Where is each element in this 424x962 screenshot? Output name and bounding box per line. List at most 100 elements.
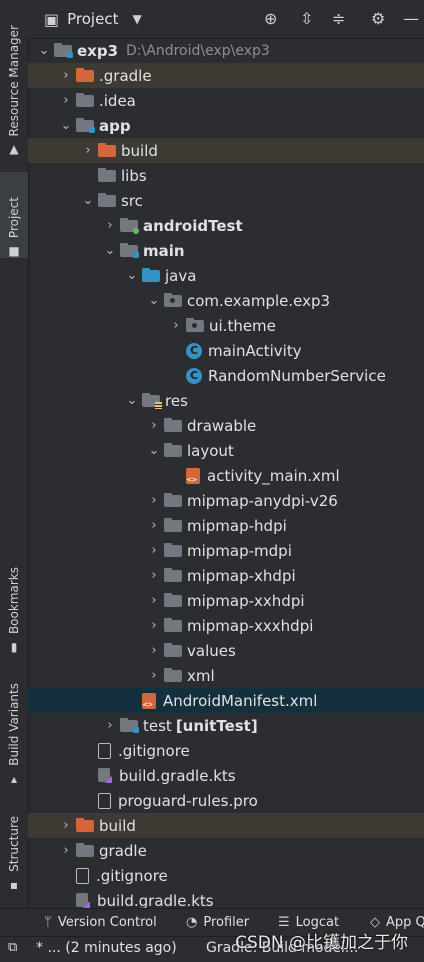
tree-row-mipmap[interactable]: › mipmap-xhdpi — [28, 563, 424, 588]
chevron-right-icon[interactable]: › — [144, 593, 164, 608]
chevron-right-icon[interactable]: › — [144, 568, 164, 583]
resource-manager-tab[interactable]: Resource Manager ▲ — [0, 6, 28, 156]
tree-row-main-activity[interactable]: C mainActivity — [28, 338, 424, 363]
folder-icon — [164, 543, 182, 557]
chevron-down-icon[interactable]: ▼ — [132, 12, 141, 26]
chevron-down-icon[interactable]: ⌄ — [144, 443, 164, 458]
chevron-down-icon[interactable]: ⌄ — [56, 118, 76, 133]
folder-icon — [164, 618, 182, 632]
chevron-down-icon[interactable]: ⌄ — [78, 193, 98, 208]
tree-row-java[interactable]: ⌄ java — [28, 263, 424, 288]
chevron-right-icon[interactable]: › — [144, 643, 164, 658]
chevron-right-icon[interactable]: › — [100, 218, 120, 233]
tree-row-gradle-dir[interactable]: › .gradle — [28, 63, 424, 88]
tree-row-libs[interactable]: libs — [28, 163, 424, 188]
tree-row-main[interactable]: ⌄ main — [28, 238, 424, 263]
tree-row-root-build-gradle[interactable]: build.gradle.kts — [28, 888, 424, 908]
tree-row-app[interactable]: ⌄ app — [28, 113, 424, 138]
package-icon — [164, 293, 182, 307]
tree-row-drawable[interactable]: › drawable — [28, 413, 424, 438]
excluded-folder-icon — [98, 143, 116, 157]
chevron-down-icon[interactable]: ⌄ — [144, 293, 164, 308]
gitignore-icon — [98, 742, 111, 759]
expand-all-icon[interactable]: ⇳ — [300, 9, 313, 28]
folder-icon — [164, 568, 182, 582]
chevron-right-icon[interactable]: › — [144, 493, 164, 508]
tree-row-activity-main[interactable]: activity_main.xml — [28, 463, 424, 488]
tree-row-package[interactable]: ⌄ com.example.exp3 — [28, 288, 424, 313]
tree-row-mipmap[interactable]: › mipmap-xxhdpi — [28, 588, 424, 613]
tree-row-random-service[interactable]: C RandomNumberService — [28, 363, 424, 388]
tree-row-src[interactable]: ⌄ src — [28, 188, 424, 213]
tree-row-mipmap[interactable]: › mipmap-hdpi — [28, 513, 424, 538]
tree-row-test[interactable]: › test [unitTest] — [28, 713, 424, 738]
bookmark-icon: ▮ — [10, 640, 18, 654]
chevron-right-icon[interactable]: › — [144, 618, 164, 633]
crosshair-icon[interactable]: ⊕ — [264, 9, 277, 28]
tree-row-xml[interactable]: › xml — [28, 663, 424, 688]
module-folder-icon — [54, 43, 73, 58]
expand-icon[interactable]: ⧉ — [8, 940, 17, 955]
bookmarks-tab[interactable]: Bookmarks ▮ — [0, 560, 28, 654]
tree-row-manifest[interactable]: AndroidManifest.xml — [28, 688, 424, 713]
branch-icon: ᛘ — [44, 915, 52, 930]
folder-label: mipmap-hdpi — [187, 516, 287, 535]
tree-row-root-gradle[interactable]: › gradle — [28, 838, 424, 863]
chevron-down-icon[interactable]: ⌄ — [122, 268, 142, 283]
tree-row-proguard[interactable]: proguard-rules.pro — [28, 788, 424, 813]
tree-row-ui-theme[interactable]: › ui.theme — [28, 313, 424, 338]
chevron-right-icon[interactable]: › — [100, 718, 120, 733]
gear-icon[interactable]: ⚙ — [371, 9, 385, 28]
source-set-folder-icon — [120, 243, 139, 258]
tree-row-root-gitignore[interactable]: .gitignore — [28, 863, 424, 888]
tree-row-exp3[interactable]: ⌄ exp3 D:\Android\exp\exp3 — [28, 38, 424, 63]
chevron-right-icon[interactable]: › — [166, 318, 186, 333]
chevron-right-icon[interactable]: › — [56, 818, 76, 833]
tree-row-values[interactable]: › values — [28, 638, 424, 663]
tree-row-mipmap[interactable]: › mipmap-mdpi — [28, 538, 424, 563]
folder-label: xml — [187, 666, 215, 685]
chevron-down-icon[interactable]: ⌄ — [122, 393, 142, 408]
module-folder-icon — [76, 118, 95, 133]
tree-row-mipmap[interactable]: › mipmap-xxxhdpi — [28, 613, 424, 638]
chevron-right-icon[interactable]: › — [144, 543, 164, 558]
folder-icon — [98, 193, 116, 207]
chevron-right-icon[interactable]: › — [56, 68, 76, 83]
gitignore-icon — [76, 867, 89, 884]
tree-row-android-test[interactable]: › androidTest — [28, 213, 424, 238]
chevron-right-icon[interactable]: › — [144, 518, 164, 533]
collapse-all-icon[interactable]: ≑ — [332, 9, 345, 28]
class-icon: C — [186, 342, 202, 359]
folder-label: libs — [121, 166, 147, 185]
version-control-button[interactable]: ᛘ Version Control — [44, 915, 157, 930]
tree-row-idea[interactable]: › .idea — [28, 88, 424, 113]
build-variants-tab[interactable]: Build Variants ▴ — [0, 680, 28, 786]
tree-row-layout[interactable]: ⌄ layout — [28, 438, 424, 463]
status-message[interactable]: * ... (2 minutes ago) — [36, 940, 177, 956]
folder-label: app — [99, 116, 131, 135]
structure-tab[interactable]: Structure ▪ — [0, 810, 28, 892]
folder-label: mipmap-mdpi — [187, 541, 292, 560]
minimize-icon[interactable]: — — [403, 9, 419, 28]
chevron-right-icon[interactable]: › — [78, 143, 98, 158]
tree-row-app-build[interactable]: › build — [28, 138, 424, 163]
chevron-right-icon[interactable]: › — [144, 418, 164, 433]
tree-row-app-gitignore[interactable]: .gitignore — [28, 738, 424, 763]
tree-row-mipmap[interactable]: › mipmap-anydpi-v26 — [28, 488, 424, 513]
file-label: build.gradle.kts — [119, 766, 236, 785]
tree-row-app-build-gradle[interactable]: build.gradle.kts — [28, 763, 424, 788]
chevron-right-icon[interactable]: › — [56, 843, 76, 858]
project-tab[interactable]: Project ■ — [0, 172, 28, 258]
chevron-down-icon[interactable]: ⌄ — [100, 243, 120, 258]
chevron-right-icon[interactable]: › — [144, 668, 164, 683]
tree-row-res[interactable]: ⌄ res — [28, 388, 424, 413]
folder-label: mipmap-xxxhdpi — [187, 616, 314, 635]
project-view-title[interactable]: Project — [67, 10, 118, 28]
file-label: proguard-rules.pro — [118, 791, 258, 810]
bookmarks-label: Bookmarks — [7, 566, 21, 634]
folder-icon — [164, 518, 182, 532]
chevron-right-icon[interactable]: › — [56, 93, 76, 108]
tree-row-root-build[interactable]: › build — [28, 813, 424, 838]
chevron-down-icon[interactable]: ⌄ — [34, 43, 54, 58]
folder-label: mipmap-anydpi-v26 — [187, 491, 338, 510]
